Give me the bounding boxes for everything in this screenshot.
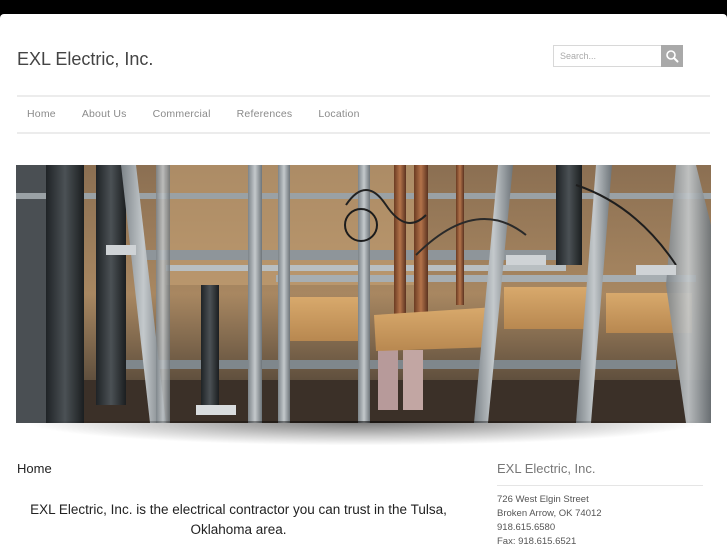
- fax-number: Fax: 918.615.6521: [497, 536, 577, 545]
- nav-item-references[interactable]: References: [237, 104, 293, 124]
- nav-item-home[interactable]: Home: [27, 104, 56, 124]
- site-title[interactable]: EXL Electric, Inc.: [17, 49, 153, 70]
- search-input[interactable]: [553, 45, 661, 67]
- sidebar-heading: EXL Electric, Inc.: [497, 461, 596, 476]
- contact-address: 726 West Elgin Street Broken Arrow, OK 7…: [497, 493, 602, 545]
- electrical-conduit-photo-icon: [16, 165, 711, 423]
- address-city: Broken Arrow, OK 74012: [497, 508, 602, 519]
- search-button[interactable]: [661, 45, 683, 67]
- nav-item-commercial[interactable]: Commercial: [153, 104, 211, 124]
- main-nav: Home About Us Commercial References Loca…: [17, 104, 386, 124]
- nav-item-location[interactable]: Location: [318, 104, 359, 124]
- hero-image: [16, 165, 711, 423]
- nav-bottom-divider: [17, 132, 710, 134]
- hero-shadow: [30, 421, 697, 445]
- intro-text: EXL Electric, Inc. is the electrical con…: [30, 502, 447, 537]
- search-form: [553, 45, 683, 67]
- nav-item-about-us[interactable]: About Us: [82, 104, 127, 124]
- page: EXL Electric, Inc. Home About Us Commerc…: [0, 14, 727, 545]
- nav-top-divider: [17, 95, 710, 97]
- sidebar-divider: [497, 485, 703, 486]
- address-street: 726 West Elgin Street: [497, 494, 589, 505]
- search-icon: [666, 50, 679, 63]
- page-heading: Home: [17, 461, 52, 476]
- phone-number: 918.615.6580: [497, 522, 556, 533]
